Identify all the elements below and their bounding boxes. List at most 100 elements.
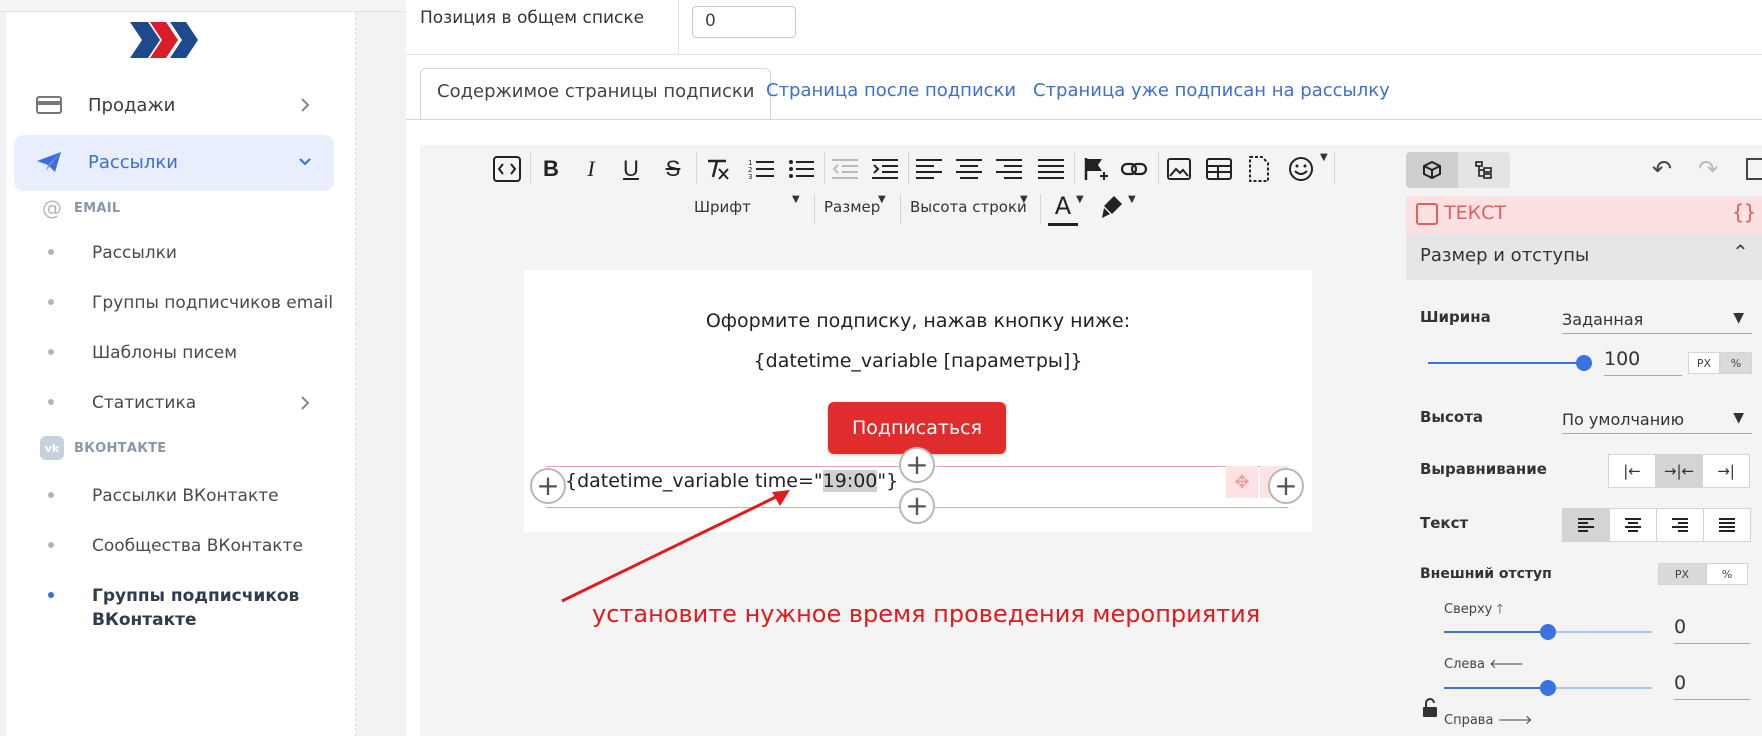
indent-icon[interactable] bbox=[868, 152, 902, 186]
outer-margin-label: Внешний отступ bbox=[1420, 566, 1552, 582]
tab-already-subscribed-page[interactable]: Страница уже подписан на рассылку bbox=[1017, 68, 1406, 120]
arrow-right-icon: 🡒 bbox=[1497, 713, 1533, 728]
align-block-left-icon[interactable]: |← bbox=[1608, 454, 1656, 488]
slider-knob[interactable] bbox=[1540, 624, 1556, 640]
slider-knob[interactable] bbox=[1576, 355, 1592, 371]
divider bbox=[678, 0, 679, 55]
unit-px-toggle[interactable]: PX bbox=[1688, 352, 1720, 374]
bold-icon[interactable]: B bbox=[534, 152, 568, 186]
chevron-up-icon: ⌃ bbox=[1732, 240, 1749, 264]
chevron-down-icon bbox=[299, 158, 311, 166]
caret-down-icon: ▼ bbox=[1733, 310, 1744, 326]
size-spacing-section[interactable]: Размер и отступы ⌃ bbox=[1406, 234, 1762, 280]
code-braces-icon[interactable]: {} bbox=[1732, 200, 1756, 224]
font-color-button[interactable]: A bbox=[1048, 192, 1078, 226]
sidebar-section-email: @ EMAIL bbox=[42, 196, 121, 220]
unlock-icon[interactable] bbox=[1420, 698, 1440, 718]
caret-down-icon: ▼ bbox=[1128, 194, 1136, 205]
cube-icon[interactable] bbox=[1406, 152, 1458, 188]
underline-icon[interactable]: U bbox=[614, 152, 648, 186]
fullscreen-icon[interactable] bbox=[1746, 158, 1762, 180]
align-block-right-icon[interactable]: →| bbox=[1702, 454, 1750, 488]
anchor-flag-icon[interactable] bbox=[1078, 152, 1112, 186]
text-align-center-icon[interactable] bbox=[1609, 508, 1657, 542]
height-mode-select[interactable]: По умолчанию ▼ bbox=[1562, 406, 1752, 434]
margin-top-label: Сверху 🡑 bbox=[1444, 602, 1504, 617]
structure-tree-icon[interactable] bbox=[1458, 152, 1510, 188]
width-value-input[interactable]: 100 bbox=[1604, 348, 1682, 376]
font-dropdown[interactable]: Шрифт bbox=[694, 198, 751, 216]
height-label: Высота bbox=[1420, 408, 1484, 426]
text-block-icon bbox=[1416, 203, 1438, 225]
chevron-right-icon bbox=[301, 98, 310, 112]
clear-format-icon[interactable] bbox=[700, 152, 734, 186]
margin-left-input[interactable]: 0 bbox=[1674, 672, 1750, 700]
tab-subscription-page-content[interactable]: Содержимое страницы подписки bbox=[420, 68, 772, 120]
text-label: Текст bbox=[1420, 514, 1469, 532]
width-mode-select[interactable]: Заданная ▼ bbox=[1562, 306, 1752, 334]
chevron-right-icon bbox=[301, 396, 310, 410]
caret-down-icon: ▼ bbox=[1733, 410, 1744, 426]
text-align-left-icon[interactable] bbox=[1562, 508, 1610, 542]
time-value-highlight[interactable]: 19:00 bbox=[822, 470, 878, 492]
align-block-center-icon[interactable]: →|← bbox=[1655, 454, 1703, 488]
margin-top-input[interactable]: 0 bbox=[1674, 616, 1750, 644]
image-icon[interactable] bbox=[1162, 152, 1196, 186]
caret-down-icon: ▼ bbox=[1320, 152, 1328, 163]
bullet-list-icon[interactable] bbox=[784, 152, 818, 186]
margin-unit-px-toggle[interactable]: PX bbox=[1658, 563, 1706, 585]
width-label: Ширина bbox=[1420, 308, 1491, 326]
unit-percent-toggle[interactable]: % bbox=[1720, 352, 1752, 374]
outdent-icon[interactable] bbox=[828, 152, 862, 186]
undo-icon[interactable]: ↶ bbox=[1652, 155, 1672, 183]
emoji-icon[interactable] bbox=[1284, 152, 1318, 186]
slider-knob[interactable] bbox=[1540, 680, 1556, 696]
brand-logo bbox=[130, 22, 198, 58]
document-template-icon[interactable] bbox=[1242, 152, 1276, 186]
align-left-icon[interactable] bbox=[912, 152, 946, 186]
size-dropdown[interactable]: Размер bbox=[824, 198, 880, 216]
margin-right-label: Справа 🡒 bbox=[1444, 713, 1533, 728]
vk-icon: vk bbox=[40, 436, 64, 460]
align-justify-icon[interactable] bbox=[1034, 152, 1068, 186]
margin-left-slider[interactable] bbox=[1444, 680, 1652, 696]
svg-text:3: 3 bbox=[748, 173, 752, 181]
annotation-text: установите нужное время проведения мероп… bbox=[592, 600, 1261, 628]
text-align-right-icon[interactable] bbox=[1656, 508, 1704, 542]
width-slider[interactable] bbox=[1428, 355, 1592, 371]
ordered-list-icon[interactable]: 123 bbox=[744, 152, 778, 186]
source-code-icon[interactable] bbox=[490, 152, 524, 186]
link-icon[interactable] bbox=[1118, 152, 1152, 186]
italic-icon[interactable]: I bbox=[574, 152, 608, 186]
align-right-icon[interactable] bbox=[992, 152, 1026, 186]
caret-down-icon: ▼ bbox=[1020, 194, 1028, 205]
text-align-justify-icon[interactable] bbox=[1703, 508, 1751, 542]
highlight-marker-icon[interactable] bbox=[1100, 194, 1126, 220]
add-block-bottom-icon[interactable]: + bbox=[899, 488, 935, 524]
caret-down-icon: ▼ bbox=[792, 194, 800, 205]
line-height-dropdown[interactable]: Высота строки bbox=[910, 198, 1027, 216]
redo-icon[interactable]: ↷ bbox=[1698, 155, 1718, 183]
sidebar-item-label: Рассылки bbox=[88, 152, 178, 173]
divider bbox=[406, 54, 1762, 55]
drag-move-icon[interactable]: ✥ bbox=[1226, 466, 1258, 498]
margin-left-label: Слева 🡐 bbox=[1444, 657, 1525, 672]
margin-unit-percent-toggle[interactable]: % bbox=[1706, 563, 1748, 585]
add-block-right-icon[interactable]: + bbox=[1268, 468, 1304, 504]
position-input[interactable]: 0 bbox=[692, 6, 796, 38]
align-center-icon[interactable] bbox=[952, 152, 986, 186]
sidebar-item-sales[interactable]: Продажи bbox=[14, 78, 334, 134]
caret-down-icon: ▼ bbox=[878, 194, 886, 205]
arrow-up-icon: 🡑 bbox=[1496, 602, 1504, 617]
tab-after-subscription-page[interactable]: Страница после подписки bbox=[750, 68, 1032, 120]
margin-top-slider[interactable] bbox=[1444, 624, 1652, 640]
sidebar-item-mailings[interactable]: Рассылки bbox=[14, 135, 334, 191]
paper-plane-icon bbox=[37, 152, 61, 172]
caret-down-icon: ▼ bbox=[1076, 194, 1084, 205]
arrow-left-icon: 🡐 bbox=[1489, 657, 1525, 672]
add-block-top-icon[interactable]: + bbox=[899, 447, 935, 483]
table-icon[interactable] bbox=[1202, 152, 1236, 186]
canvas-text-line[interactable]: Оформите подписку, нажав кнопку ниже: bbox=[524, 310, 1312, 332]
canvas-variable-line[interactable]: {datetime_variable [параметры]} bbox=[524, 350, 1312, 372]
strikethrough-icon[interactable]: S bbox=[656, 152, 690, 186]
